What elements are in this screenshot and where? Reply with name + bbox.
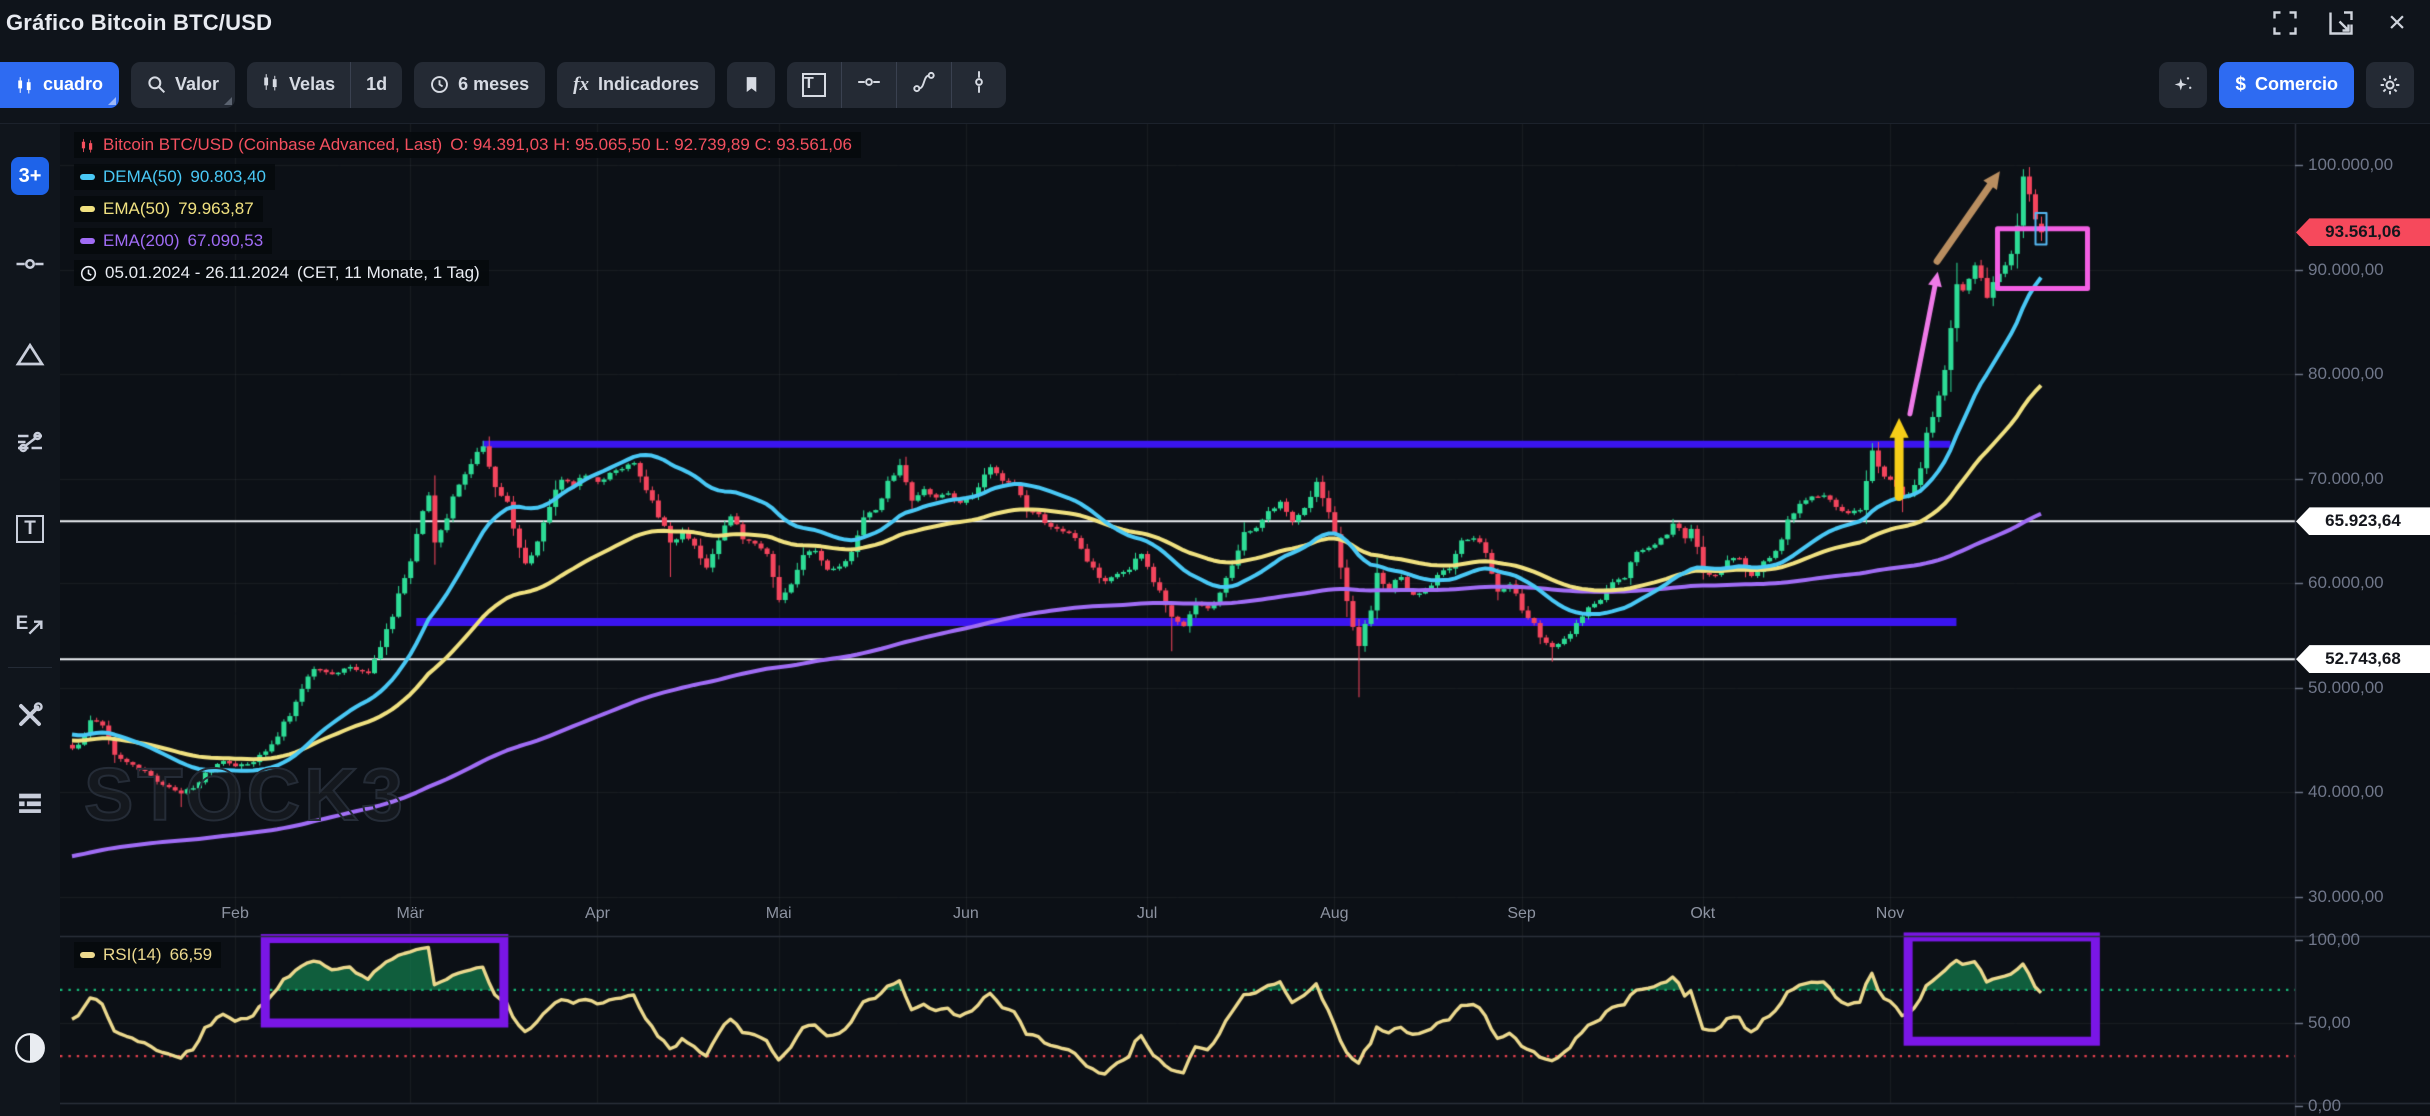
candlestick-icon: [16, 76, 34, 94]
horizontal-line-icon: [857, 70, 881, 99]
vertical-line-tool-button[interactable]: [951, 62, 1006, 108]
clock-icon: [80, 265, 97, 282]
candle-interval-group: Velas 1d: [247, 62, 402, 108]
layout-panels-tool[interactable]: [10, 783, 50, 823]
interval-label: 1d: [366, 74, 387, 95]
chart-legend: Bitcoin BTC/USD (Coinbase Advanced, Last…: [74, 132, 861, 292]
month-label: Mai: [766, 905, 792, 923]
settings-button[interactable]: [2366, 62, 2414, 108]
month-label: Mär: [396, 905, 424, 923]
bookmark-icon: [743, 76, 760, 93]
shapes-triangle-tool[interactable]: [10, 335, 50, 375]
month-label: Feb: [221, 905, 249, 923]
y-axis-label: 50.000,00: [2308, 678, 2384, 698]
price-tag: 52.743,68: [2296, 645, 2430, 673]
fx-icon: fx: [573, 74, 589, 96]
candle-style-label: Velas: [289, 74, 335, 95]
date-range: 05.01.2024 - 26.11.2024: [105, 263, 289, 283]
fullscreen-icon[interactable]: [2270, 8, 2300, 38]
gear-icon: [2379, 74, 2401, 96]
month-label: Sep: [1507, 905, 1535, 923]
page-title: Gráfico Bitcoin BTC/USD: [0, 10, 272, 36]
theme-contrast-toggle[interactable]: [10, 1028, 50, 1068]
range-label: 6 meses: [458, 74, 529, 95]
watermark: STOCK3: [84, 752, 407, 837]
ai-sparkles-button[interactable]: [2159, 62, 2207, 108]
range-button[interactable]: 6 meses: [414, 62, 545, 108]
sidebar-divider: [8, 667, 52, 668]
date-range-legend: 05.01.2024 - 26.11.2024 (CET, 11 Monate,…: [74, 260, 489, 286]
chart-type-button[interactable]: cuadro: [0, 62, 119, 108]
price-tag: 93.561,06: [2296, 218, 2430, 246]
symbol-search-button[interactable]: Valor: [131, 62, 235, 108]
month-label: Jun: [953, 905, 979, 923]
rsi-axis-label: 0,00: [2308, 1096, 2341, 1116]
month-label: Jul: [1137, 905, 1157, 923]
popout-resize-icon[interactable]: [2326, 8, 2356, 38]
tools-wrench-tool[interactable]: [10, 695, 50, 735]
trendlines-tool[interactable]: [10, 422, 50, 462]
chart-area: STOCK3 Bitcoin BTC/USD (Coinbase Advance…: [60, 124, 2430, 1116]
indicator-legend-ema50[interactable]: EMA(50)79.963,87: [74, 196, 263, 222]
left-sidebar: 3+ T E: [0, 124, 60, 1116]
vertical-line-icon: [967, 70, 991, 99]
y-axis-label: 70.000,00: [2308, 469, 2384, 489]
rsi-legend[interactable]: RSI(14)66,59: [74, 942, 221, 968]
ema200-color-marker: [80, 238, 95, 244]
curve-tool-icon: [912, 70, 936, 99]
interval-button[interactable]: 1d: [350, 62, 402, 108]
rsi-axis-label: 100,00: [2308, 930, 2360, 950]
symbol-search-label: Valor: [175, 74, 219, 95]
text-tool-icon: T: [802, 73, 826, 97]
month-label: Apr: [585, 905, 610, 923]
horizontal-line-tool[interactable]: [10, 244, 50, 284]
y-axis-label: 40.000,00: [2308, 782, 2384, 802]
stock3-logo[interactable]: 3+: [11, 157, 49, 195]
trade-button[interactable]: $ Comercio: [2219, 62, 2354, 108]
horizontal-line-tool-button[interactable]: [841, 62, 896, 108]
symbol-legend[interactable]: Bitcoin BTC/USD (Coinbase Advanced, Last…: [74, 132, 861, 158]
clock-icon: [430, 75, 449, 94]
month-label: Okt: [1690, 905, 1715, 923]
title-bar: Gráfico Bitcoin BTC/USD ×: [0, 0, 2430, 46]
elliott-wave-tool[interactable]: E: [10, 595, 50, 635]
symbol-ohlc: O: 94.391,03 H: 95.065,50 L: 92.739,89 C…: [450, 135, 852, 155]
y-axis-label: 80.000,00: [2308, 364, 2384, 384]
candle-style-button[interactable]: Velas: [247, 62, 350, 108]
symbol-name: Bitcoin BTC/USD (Coinbase Advanced, Last…: [103, 135, 442, 155]
drawing-tools-group: T: [787, 62, 1006, 108]
candlestick-icon: [262, 73, 280, 96]
indicator-legend-ema200[interactable]: EMA(200)67.090,53: [74, 228, 272, 254]
text-tool-button[interactable]: T: [787, 62, 841, 108]
y-axis-label: 30.000,00: [2308, 887, 2384, 907]
indicators-label: Indicadores: [598, 74, 699, 95]
bookmark-button[interactable]: [727, 62, 775, 108]
trade-label: Comercio: [2255, 74, 2338, 95]
dema-color-marker: [80, 174, 95, 180]
date-note: (CET, 11 Monate, 1 Tag): [297, 263, 480, 283]
indicators-button[interactable]: fx Indicadores: [557, 62, 715, 108]
candlestick-icon: [80, 138, 95, 153]
chart-type-label: cuadro: [43, 74, 103, 95]
curve-tool-button[interactable]: [896, 62, 951, 108]
y-axis-label: 60.000,00: [2308, 573, 2384, 593]
close-icon[interactable]: ×: [2382, 8, 2412, 38]
y-axis-label: 100.000,00: [2308, 155, 2393, 175]
indicator-legend-dema[interactable]: DEMA(50)90.803,40: [74, 164, 275, 190]
toolbar: cuadro Valor Velas 1d 6 meses fx: [0, 46, 2430, 124]
text-annotation-tool[interactable]: T: [10, 509, 50, 549]
sparkles-icon: [2173, 75, 2193, 95]
dollar-icon: $: [2235, 74, 2246, 96]
price-tag: 65.923,64: [2296, 507, 2430, 535]
month-label: Nov: [1876, 905, 1904, 923]
ema50-color-marker: [80, 206, 95, 212]
month-label: Aug: [1320, 905, 1348, 923]
rsi-color-marker: [80, 952, 95, 958]
rsi-axis-label: 50,00: [2308, 1013, 2351, 1033]
search-icon: [147, 75, 166, 94]
y-axis-label: 90.000,00: [2308, 260, 2384, 280]
